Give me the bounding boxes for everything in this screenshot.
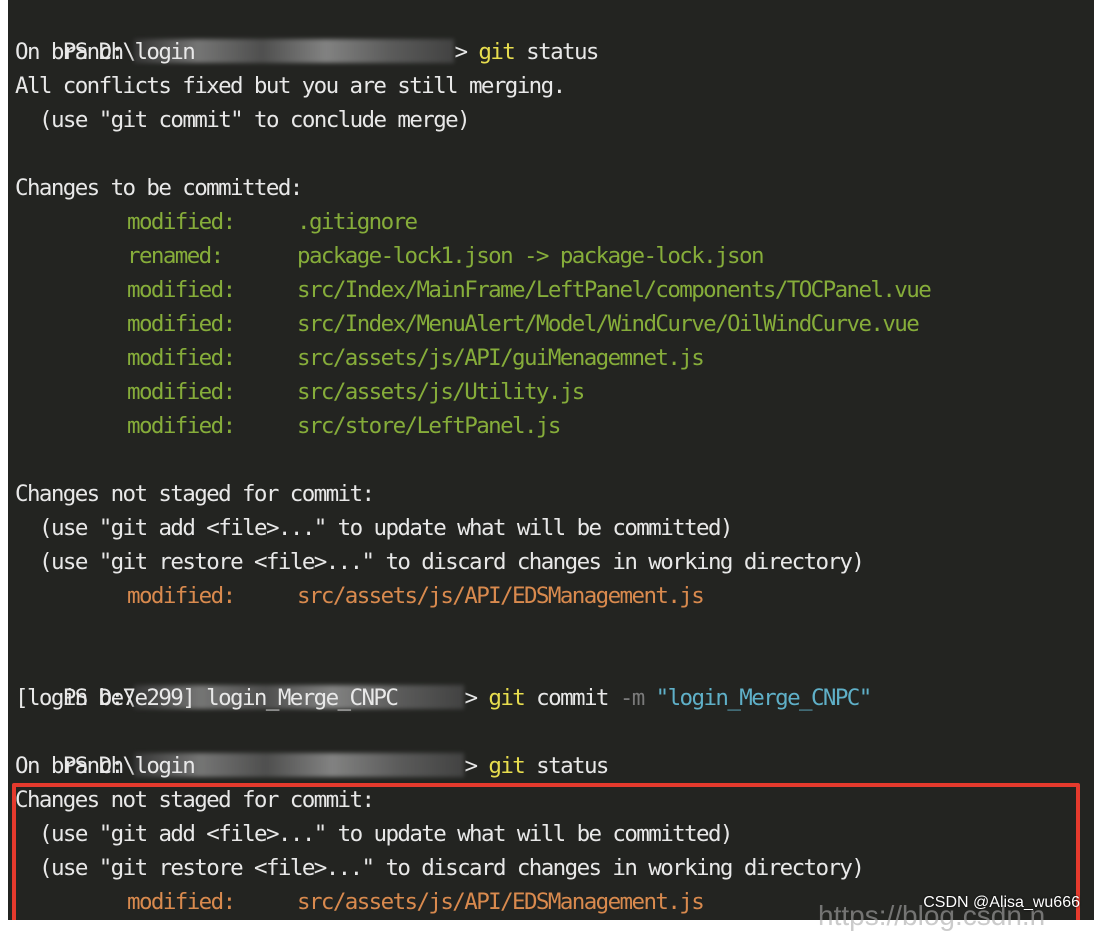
- file-path: src/Index/MenuAlert/Model/WindCurve/OilW…: [297, 311, 920, 337]
- watermark-author: CSDN @Alisa_wu666: [923, 894, 1080, 911]
- file-status: modified:: [127, 311, 236, 337]
- file-status: modified:: [127, 413, 236, 439]
- prompt-suffix: >: [464, 753, 489, 779]
- prompt-line: PS D:\ > git status: [15, 715, 609, 779]
- command-name: git: [488, 685, 525, 711]
- file-status: modified:: [127, 209, 236, 235]
- staged-header: Changes to be committed:: [15, 175, 303, 201]
- merge-hint: (use "git commit" to conclude merge): [39, 107, 471, 133]
- hint-add: (use "git add <file>..." to update what …: [39, 515, 733, 541]
- file-path: src/assets/js/API/EDSManagement.js: [297, 583, 705, 609]
- command-name: git: [478, 39, 515, 65]
- prompt-suffix: >: [464, 685, 489, 711]
- command-flag: -m: [619, 685, 646, 711]
- file-status: modified:: [127, 277, 236, 303]
- prompt-suffix: >: [454, 39, 479, 65]
- staged-file: modified: src/store/LeftPanel.js: [15, 409, 561, 443]
- command-args: status: [514, 39, 599, 65]
- unstaged-header: Changes not staged for commit:: [15, 481, 375, 507]
- command-name: git: [488, 753, 525, 779]
- file-status: modified:: [127, 379, 236, 405]
- file-path: src/assets/js/Utility.js: [297, 379, 585, 405]
- command-args: status: [524, 753, 609, 779]
- commit-result: [login be7e299] login_Merge_CNPC: [15, 685, 399, 711]
- file-path: src/assets/js/API/guiMenagemnet.js: [297, 345, 705, 371]
- file-status: renamed:: [127, 243, 224, 269]
- prompt-line: PS D:\ > git commit -m "login_Merge_CNPC": [15, 647, 872, 711]
- file-path: src/Index/MainFrame/LeftPanel/components…: [297, 277, 932, 303]
- staged-file: modified: src/Index/MenuAlert/Model/WindC…: [15, 307, 920, 341]
- staged-file: modified: .gitignore: [15, 205, 418, 239]
- file-path: package-lock1.json -> package-lock.json: [297, 243, 765, 269]
- terminal-window[interactable]: PS D:\ > git status On branch login All c…: [8, 0, 1094, 920]
- file-path: .gitignore: [297, 209, 418, 235]
- file-path: src/store/LeftPanel.js: [297, 413, 561, 439]
- prompt-line: PS D:\ > git status: [15, 1, 599, 65]
- staged-file: modified: src/assets/js/Utility.js: [15, 375, 585, 409]
- file-status: modified:: [127, 345, 236, 371]
- branch-line: On branch login: [15, 753, 196, 779]
- file-status: modified:: [127, 583, 236, 609]
- command-args: commit: [524, 685, 620, 711]
- branch-line: On branch login: [15, 39, 196, 65]
- hint-restore: (use "git restore <file>..." to discard …: [39, 549, 865, 575]
- staged-file: renamed: package-lock1.json -> package-lo…: [15, 239, 765, 273]
- commit-message: "login_Merge_CNPC": [643, 685, 873, 711]
- merge-status: All conflicts fixed but you are still me…: [15, 73, 566, 99]
- unstaged-file: modified: src/assets/js/API/EDSManagement…: [15, 579, 705, 613]
- staged-file: modified: src/assets/js/API/guiMenagemnet…: [15, 341, 705, 375]
- staged-file: modified: src/Index/MainFrame/LeftPanel/c…: [15, 273, 932, 307]
